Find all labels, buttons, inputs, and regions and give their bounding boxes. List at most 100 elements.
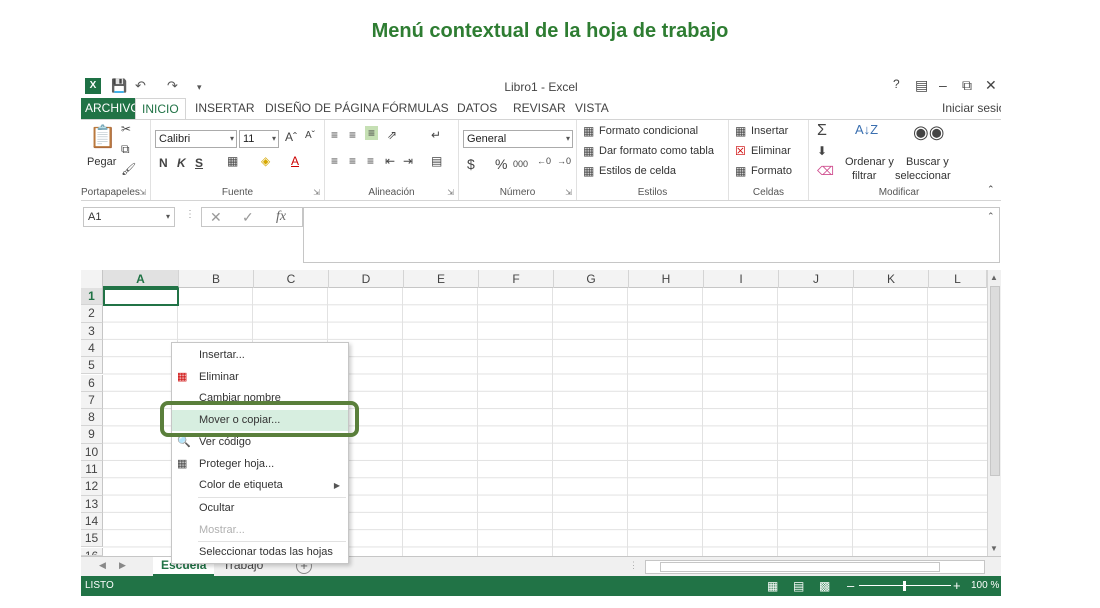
align-middle-icon[interactable]: ≡	[349, 128, 356, 142]
close-icon[interactable]: ✕	[985, 77, 997, 94]
cut-icon[interactable]: ✂	[121, 122, 131, 136]
minimize-icon[interactable]: –	[939, 77, 947, 93]
scroll-down-icon[interactable]: ▼	[990, 544, 998, 553]
merge-center-icon[interactable]: ▤	[431, 154, 442, 168]
help-button[interactable]: ?	[893, 77, 900, 91]
paste-icon[interactable]: 📋	[89, 124, 116, 150]
col-header-j[interactable]: J	[779, 270, 854, 288]
cancel-icon[interactable]: ✕	[210, 209, 222, 226]
row-header-12[interactable]: 12	[81, 478, 103, 496]
insert-cells-button[interactable]: Insertar	[751, 125, 788, 137]
next-sheet-icon[interactable]: ▶	[119, 560, 126, 571]
font-launcher-icon[interactable]: ⇲	[313, 188, 320, 197]
find-select-line1[interactable]: Buscar y	[906, 156, 949, 168]
formula-input[interactable]	[303, 207, 1000, 263]
tab-diseno-pagina[interactable]: DISEÑO DE PÁGINA	[259, 98, 386, 120]
fill-color-icon[interactable]: ◈	[261, 154, 270, 168]
find-select-line2[interactable]: seleccionar	[895, 170, 951, 182]
fill-icon[interactable]: ⬇	[817, 144, 827, 158]
font-color-icon[interactable]: A	[291, 154, 299, 168]
thousands-button[interactable]: 000	[513, 159, 528, 169]
col-header-c[interactable]: C	[254, 270, 329, 288]
increase-decimal-icon[interactable]: ←0	[537, 156, 551, 166]
row-header-2[interactable]: 2	[81, 305, 103, 323]
col-header-e[interactable]: E	[404, 270, 479, 288]
normal-view-icon[interactable]: ▦	[767, 576, 778, 596]
restore-icon[interactable]: ⧉	[962, 77, 972, 94]
menu-item-insert[interactable]: Insertar...	[172, 345, 348, 366]
row-header-15[interactable]: 15	[81, 530, 103, 548]
col-header-d[interactable]: D	[329, 270, 404, 288]
menu-item-tab-color[interactable]: Color de etiqueta ▶	[172, 475, 348, 496]
align-right-icon[interactable]: ≡	[367, 154, 374, 168]
tab-splitter-icon[interactable]: ⋮	[629, 560, 638, 571]
menu-item-select-all-sheets[interactable]: Seleccionar todas las hojas	[172, 542, 348, 563]
format-painter-icon[interactable]: 🖌	[121, 162, 136, 176]
tab-vista[interactable]: VISTA	[569, 98, 615, 120]
menu-item-hide[interactable]: Ocultar	[172, 498, 348, 519]
underline-button[interactable]: S	[195, 156, 203, 170]
decrease-indent-icon[interactable]: ⇤	[385, 154, 395, 168]
bold-button[interactable]: N	[159, 156, 168, 170]
row-header-7[interactable]: 7	[81, 391, 103, 410]
expand-formula-icon[interactable]: ⌃	[987, 211, 995, 222]
vertical-scrollbar[interactable]: ▲ ▼	[987, 270, 1001, 556]
zoom-level[interactable]: 100 %	[971, 576, 999, 596]
prev-sheet-icon[interactable]: ◀	[99, 560, 106, 571]
orientation-icon[interactable]: ⇗	[387, 128, 397, 142]
col-header-h[interactable]: H	[629, 270, 704, 288]
zoom-in-icon[interactable]: +	[953, 576, 961, 596]
menu-item-protect-sheet[interactable]: ▦ Proteger hoja...	[172, 454, 348, 475]
conditional-format-button[interactable]: Formato condicional	[599, 125, 698, 137]
menu-item-delete[interactable]: ▦ Eliminar	[172, 367, 348, 388]
tab-inicio[interactable]: INICIO	[135, 98, 186, 120]
scroll-up-icon[interactable]: ▲	[990, 273, 998, 282]
increase-indent-icon[interactable]: ⇥	[403, 154, 413, 168]
enter-icon[interactable]: ✓	[242, 209, 254, 226]
ribbon-display-icon[interactable]: ▤	[915, 77, 928, 94]
row-header-4[interactable]: 4	[81, 339, 103, 358]
decrease-decimal-icon[interactable]: →0	[557, 156, 571, 166]
row-header-3[interactable]: 3	[81, 322, 103, 340]
col-header-k[interactable]: K	[854, 270, 929, 288]
select-all-corner[interactable]	[81, 270, 103, 288]
row-header-14[interactable]: 14	[81, 512, 103, 531]
alignment-launcher-icon[interactable]: ⇲	[447, 188, 454, 197]
sort-filter-line2[interactable]: filtrar	[852, 170, 876, 182]
clipboard-launcher-icon[interactable]: ⇲	[139, 188, 146, 197]
row-header-9[interactable]: 9	[81, 426, 103, 444]
row-header-16[interactable]: 16	[81, 547, 103, 556]
sort-filter-line1[interactable]: Ordenar y	[845, 156, 894, 168]
align-center-icon[interactable]: ≡	[349, 154, 356, 168]
horizontal-scrollbar[interactable]	[645, 560, 985, 574]
vertical-scroll-thumb[interactable]	[990, 286, 1000, 476]
horizontal-scroll-thumb[interactable]	[660, 562, 940, 572]
page-layout-icon[interactable]: ▤	[793, 576, 804, 596]
row-header-8[interactable]: 8	[81, 409, 103, 427]
number-format-combo[interactable]: General ▾	[463, 130, 573, 148]
col-header-b[interactable]: B	[179, 270, 254, 288]
currency-button[interactable]: $	[467, 156, 475, 172]
row-header-10[interactable]: 10	[81, 443, 103, 461]
grow-font-icon[interactable]: Aˆ	[285, 130, 297, 144]
active-cell-a1[interactable]	[103, 288, 179, 306]
col-header-i[interactable]: I	[704, 270, 779, 288]
zoom-slider-thumb[interactable]	[903, 581, 906, 591]
number-launcher-icon[interactable]: ⇲	[565, 188, 572, 197]
row-header-5[interactable]: 5	[81, 357, 103, 375]
row-header-1[interactable]: 1	[81, 288, 103, 306]
align-left-icon[interactable]: ≡	[331, 154, 338, 168]
paste-button[interactable]: Pegar	[87, 156, 116, 168]
align-bottom-icon[interactable]: ≡	[365, 126, 379, 140]
insert-function-button[interactable]: fx	[276, 209, 286, 225]
format-cells-button[interactable]: Formato	[751, 165, 792, 177]
row-header-11[interactable]: 11	[81, 461, 103, 479]
tab-insertar[interactable]: INSERTAR	[189, 98, 261, 120]
format-as-table-button[interactable]: Dar formato como tabla	[599, 145, 714, 157]
align-top-icon[interactable]: ≡	[331, 128, 338, 142]
shrink-font-icon[interactable]: Aˇ	[305, 130, 315, 141]
col-header-a[interactable]: A	[103, 270, 179, 288]
autosum-icon[interactable]: Σ	[817, 122, 827, 140]
row-header-13[interactable]: 13	[81, 495, 103, 513]
page-break-icon[interactable]: ▩	[819, 576, 830, 596]
